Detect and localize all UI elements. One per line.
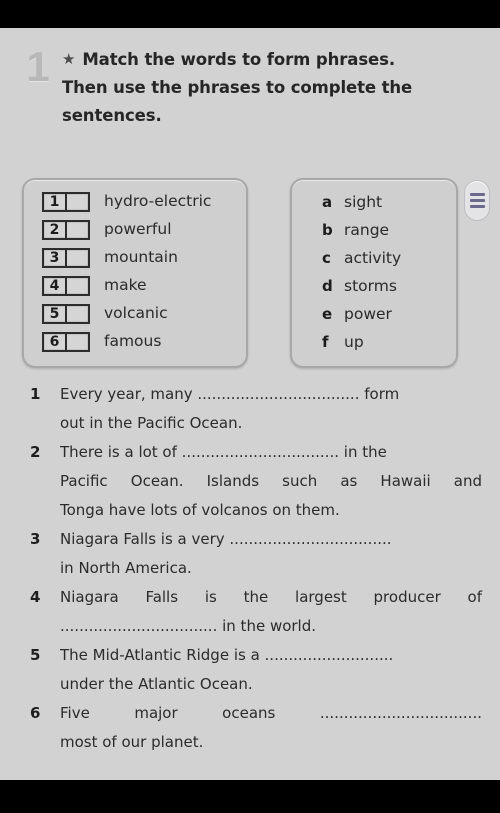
match-row-5[interactable]: 5 volcanic — [42, 300, 168, 327]
instruction-text-1: Match the words to form phrases. — [82, 50, 396, 69]
star-icon: ★ — [62, 50, 76, 68]
sentence-line-6-1: Five major oceans ......................… — [60, 704, 482, 722]
answer-box-1[interactable]: 1 — [42, 191, 90, 212]
option-row-a[interactable]: a sight — [322, 188, 382, 215]
option-word-b: range — [344, 220, 390, 239]
answer-cell-1[interactable] — [67, 194, 88, 210]
page-root: 1 ★ Match the words to form phrases. Then… — [0, 0, 500, 813]
match-row-3[interactable]: 3 mountain — [42, 244, 178, 271]
match-row-2[interactable]: 2 powerful — [42, 216, 172, 243]
match-column-right: a sight b range c activity d storms e po… — [290, 178, 458, 368]
sentence-item-3: 3 Niagara Falls is a very ..............… — [0, 525, 500, 583]
option-row-b[interactable]: b range — [322, 216, 389, 243]
sentence-number-6: 6 — [30, 704, 41, 722]
option-letter-c: c — [322, 248, 331, 267]
option-letter-e: e — [322, 304, 333, 323]
match-word-4: make — [104, 276, 147, 294]
sentence-item-6: 6 Five major oceans ....................… — [0, 699, 500, 757]
sentence-number-5: 5 — [30, 646, 41, 664]
option-row-d[interactable]: d storms — [322, 272, 397, 299]
sentence-line-4-1: Niagara Falls is the largest producer of — [60, 588, 482, 606]
option-letter-f: f — [322, 332, 329, 351]
hamburger-icon-bar-3 — [469, 205, 485, 208]
match-column-left: 1 hydro-electric 2 powerful 3 mountain 4… — [22, 178, 248, 368]
answer-box-4[interactable]: 4 — [42, 275, 90, 296]
letterbox-band-top — [0, 0, 500, 28]
sentence-line-2-3: Tonga have lots of volcanos on them. — [60, 501, 340, 519]
instruction-line-3: sentences. — [62, 106, 162, 125]
answer-cell-6[interactable] — [67, 334, 88, 350]
exercise-instructions: ★ Match the words to form phrases. Then u… — [62, 46, 462, 130]
option-word-a: sight — [344, 192, 383, 211]
option-word-e: power — [344, 304, 392, 323]
option-letter-d: d — [322, 276, 333, 295]
sentence-line-4-2: ................................. in the… — [60, 617, 317, 635]
sentence-line-3-2: in North America. — [60, 559, 192, 577]
option-word-c: activity — [344, 248, 402, 267]
instruction-line-1: ★ Match the words to form phrases. — [62, 46, 462, 74]
sentence-number-3: 3 — [30, 530, 41, 548]
hamburger-menu-button[interactable] — [464, 180, 490, 221]
sentence-line-2-1: There is a lot of ......................… — [60, 443, 387, 461]
option-row-f[interactable]: f up — [322, 328, 364, 355]
match-row-1[interactable]: 1 hydro-electric — [42, 188, 211, 215]
hamburger-icon-bar-1 — [469, 193, 485, 196]
instruction-line-2: Then use the phrases to complete the — [62, 78, 413, 97]
sentence-line-5-2: under the Atlantic Ocean. — [60, 675, 253, 693]
item-number-5: 5 — [44, 305, 67, 322]
sentence-line-1-2: out in the Pacific Ocean. — [60, 414, 243, 432]
answer-cell-2[interactable] — [67, 222, 88, 238]
option-word-d: storms — [344, 276, 397, 295]
option-row-e[interactable]: e power — [322, 300, 392, 327]
sentence-item-2: 2 There is a lot of ....................… — [0, 438, 500, 525]
hamburger-icon-bar-2 — [469, 199, 485, 202]
item-number-4: 4 — [44, 277, 67, 294]
match-word-3: mountain — [104, 248, 178, 266]
sentence-item-1: 1 Every year, many .....................… — [0, 380, 500, 438]
answer-box-6[interactable]: 6 — [42, 331, 90, 352]
match-row-4[interactable]: 4 make — [42, 272, 147, 299]
answer-cell-5[interactable] — [67, 306, 88, 322]
sentence-number-2: 2 — [30, 443, 41, 461]
exercise-number: 1 — [26, 43, 50, 90]
option-letter-a: a — [322, 192, 333, 211]
answer-box-5[interactable]: 5 — [42, 303, 90, 324]
sentence-number-4: 4 — [30, 588, 41, 606]
match-word-1: hydro-electric — [104, 192, 212, 210]
option-row-c[interactable]: c activity — [322, 244, 401, 271]
sentence-line-6-2: most of our planet. — [60, 733, 204, 751]
match-word-2: powerful — [104, 220, 172, 238]
answer-cell-4[interactable] — [67, 278, 88, 294]
sentence-list: 1 Every year, many .....................… — [0, 380, 500, 757]
match-word-5: volcanic — [104, 304, 168, 322]
item-number-2: 2 — [44, 221, 67, 238]
match-word-6: famous — [104, 332, 162, 350]
letterbox-band-bottom — [0, 780, 500, 813]
sentence-line-1-1: Every year, many .......................… — [60, 385, 400, 403]
answer-cell-3[interactable] — [67, 250, 88, 266]
item-number-6: 6 — [44, 333, 67, 350]
sentence-line-5-1: The Mid-Atlantic Ridge is a ............… — [60, 646, 394, 664]
option-letter-b: b — [322, 220, 333, 239]
worksheet-sheet: 1 ★ Match the words to form phrases. Then… — [0, 28, 500, 780]
sentence-item-4: 4 Niagara Falls is the largest producer … — [0, 583, 500, 641]
answer-box-2[interactable]: 2 — [42, 219, 90, 240]
match-row-6[interactable]: 6 famous — [42, 328, 161, 355]
option-word-f: up — [344, 332, 364, 351]
sentence-item-5: 5 The Mid-Atlantic Ridge is a ..........… — [0, 641, 500, 699]
item-number-1: 1 — [44, 193, 67, 210]
sentence-line-3-1: Niagara Falls is a very ................… — [60, 530, 392, 548]
sentence-line-2-2: Pacific Ocean. Islands such as Hawaii an… — [60, 472, 482, 490]
answer-box-3[interactable]: 3 — [42, 247, 90, 268]
sentence-number-1: 1 — [30, 385, 41, 403]
item-number-3: 3 — [44, 249, 67, 266]
